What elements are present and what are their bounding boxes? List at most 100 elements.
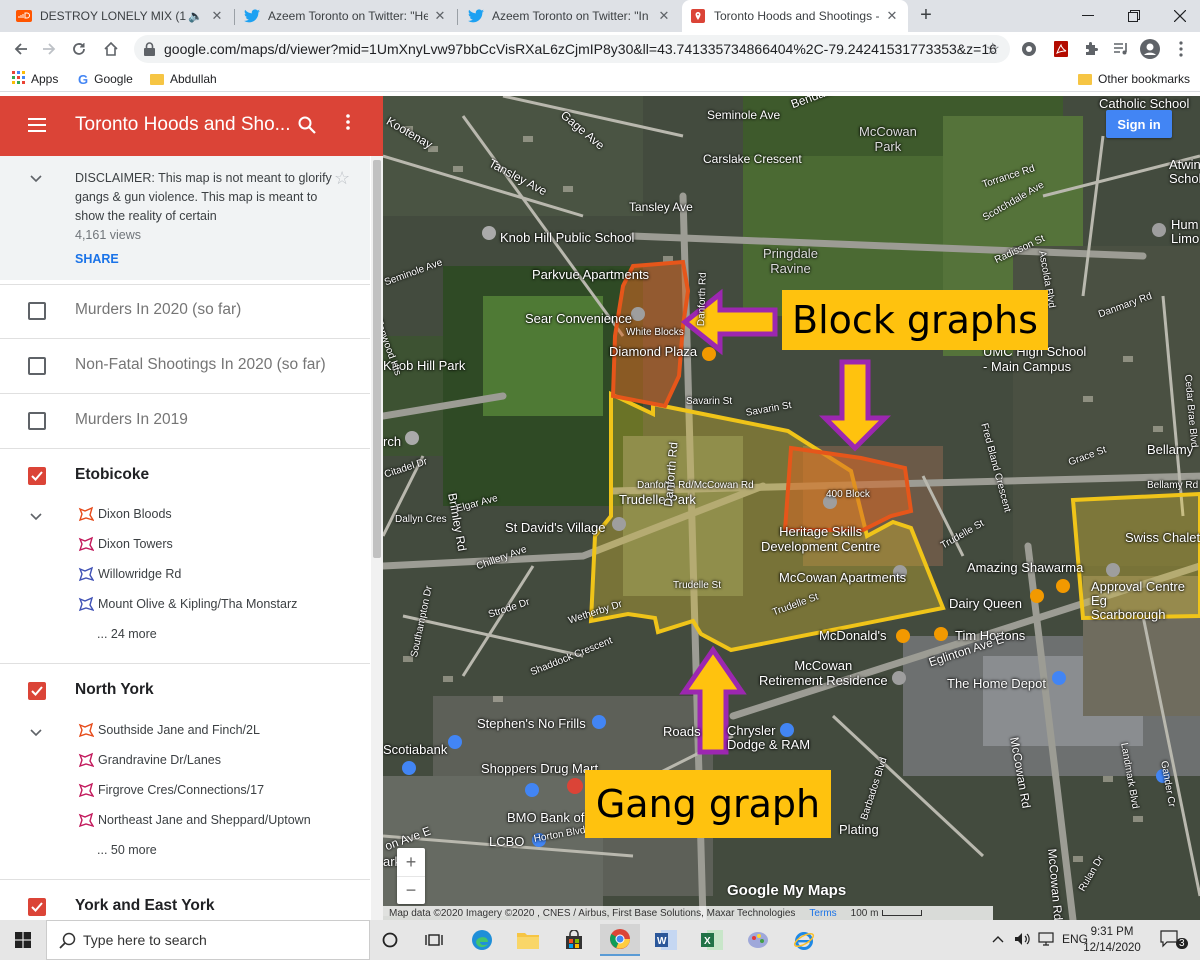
- scrollbar-thumb[interactable]: [373, 160, 381, 558]
- layer-york-east-york[interactable]: York and East York: [0, 880, 370, 920]
- tab-twitter-1[interactable]: Azeem Toronto on Twitter: "Here ✕: [236, 0, 456, 32]
- chevron-down-icon[interactable]: [30, 172, 42, 186]
- reload-icon[interactable]: [66, 36, 92, 62]
- layer-checkbox[interactable]: [28, 357, 46, 375]
- restore-icon[interactable]: [1114, 0, 1154, 32]
- legend-item[interactable]: Northeast Jane and Sheppard/Uptown: [78, 810, 311, 830]
- map-label: Shoppers Drug Mart: [481, 761, 599, 776]
- home-icon[interactable]: [98, 36, 124, 62]
- legend-item-label: Dixon Bloods: [98, 507, 172, 521]
- satellite-map[interactable]: Kootenay Gage Ave Seminole Ave Bendale M…: [383, 96, 1200, 920]
- layer-north-york[interactable]: North York: [0, 664, 370, 719]
- clock[interactable]: 9:31 PM 12/14/2020: [1082, 924, 1142, 956]
- panel-scrollbar[interactable]: [371, 156, 383, 920]
- minimize-icon[interactable]: [1068, 0, 1108, 32]
- audio-icon[interactable]: 🔈: [188, 9, 203, 23]
- task-view-icon[interactable]: [418, 924, 450, 956]
- legend-item[interactable]: Dixon Bloods: [78, 504, 172, 524]
- map-label: Danforth Rd/McCowan Rd: [637, 480, 754, 491]
- forward-icon[interactable]: [36, 36, 62, 62]
- map-label: Heritage Skills Development Centre: [761, 524, 881, 554]
- layer-checkbox-checked[interactable]: [28, 898, 46, 916]
- close-window-icon[interactable]: [1160, 0, 1200, 32]
- chevron-down-icon[interactable]: [30, 726, 42, 740]
- other-bookmarks[interactable]: Other bookmarks: [1078, 70, 1190, 88]
- legend-item[interactable]: Willowridge Rd: [78, 564, 181, 584]
- new-tab-button[interactable]: +: [914, 4, 938, 28]
- show-hidden-icons-icon[interactable]: [992, 932, 1004, 946]
- address-bar[interactable]: google.com/maps/d/viewer?mid=1UmXnyLvw97…: [134, 35, 1010, 63]
- chrome-taskbar-icon[interactable]: [600, 924, 640, 956]
- star-icon[interactable]: ☆: [334, 168, 350, 189]
- more-items-link[interactable]: ... 24 more: [97, 627, 157, 641]
- legend-item[interactable]: Dixon Towers: [78, 534, 173, 554]
- internet-explorer-icon[interactable]: [788, 924, 820, 956]
- layer-murders-2020[interactable]: Murders In 2020 (so far): [0, 284, 370, 339]
- map-label: Pringdale Ravine: [763, 246, 818, 276]
- polygon-icon: [78, 782, 94, 798]
- lock-icon[interactable]: [144, 42, 155, 59]
- windows-taskbar: Type here to search W X ENG 9:31 PM 12/1…: [0, 920, 1200, 960]
- puzzle-extension-icon[interactable]: [1082, 40, 1100, 58]
- taskbar-search-input[interactable]: Type here to search: [46, 920, 370, 960]
- layer-checkbox[interactable]: [28, 412, 46, 430]
- bookmark-star-icon[interactable]: ☆: [986, 39, 1000, 59]
- map-label: Dallyn Cres: [395, 514, 447, 525]
- clock-time: 9:31 PM: [1090, 926, 1134, 938]
- google-bookmark[interactable]: G Google: [78, 70, 133, 88]
- close-tab-icon[interactable]: ✕: [656, 8, 672, 24]
- legend-item[interactable]: Grandravine Dr/Lanes: [78, 750, 221, 770]
- map-label: Bellamy: [1147, 442, 1194, 457]
- map-label: Carslake Crescent: [703, 152, 802, 166]
- tab-soundcloud[interactable]: DESTROY LONELY MIX (130) 🔈 ✕: [8, 0, 233, 32]
- media-control-icon[interactable]: [1112, 40, 1130, 58]
- back-icon[interactable]: [8, 36, 34, 62]
- close-tab-icon[interactable]: ✕: [432, 8, 448, 24]
- browser-menu-icon[interactable]: [1172, 40, 1190, 58]
- windows-start-icon[interactable]: [0, 920, 46, 960]
- legend-item[interactable]: Mount Olive & Kipling/Tha Monstarz: [78, 594, 297, 614]
- tab-twitter-2[interactable]: Azeem Toronto on Twitter: "In ou ✕: [460, 0, 680, 32]
- abdullah-bookmark[interactable]: Abdullah: [150, 70, 217, 88]
- layer-etobicoke[interactable]: Etobicoke: [0, 449, 370, 504]
- tab-maps-active[interactable]: Toronto Hoods and Shootings - G ✕: [682, 0, 908, 32]
- word-icon[interactable]: W: [650, 924, 682, 956]
- zoom-out-button[interactable]: −: [397, 876, 425, 904]
- pdf-extension-icon[interactable]: [1052, 40, 1070, 58]
- extension-circle-icon[interactable]: [1020, 40, 1038, 58]
- network-icon[interactable]: [1038, 932, 1054, 949]
- close-tab-icon[interactable]: ✕: [209, 8, 225, 24]
- layer-checkbox-checked[interactable]: [28, 467, 46, 485]
- chevron-down-icon[interactable]: [30, 510, 42, 524]
- layer-checkbox[interactable]: [28, 302, 46, 320]
- edge-icon[interactable]: [466, 924, 498, 956]
- hamburger-menu-icon[interactable]: [28, 118, 48, 134]
- volume-icon[interactable]: [1014, 932, 1030, 949]
- legend-item[interactable]: Firgrove Cres/Connections/17: [78, 780, 264, 800]
- polygon-icon: [78, 506, 94, 522]
- map-label: Plating: [839, 822, 879, 837]
- share-button[interactable]: SHARE: [75, 252, 119, 266]
- file-explorer-icon[interactable]: [512, 924, 544, 956]
- store-icon[interactable]: [558, 924, 590, 956]
- profile-avatar-icon[interactable]: [1140, 39, 1160, 59]
- layer-checkbox-checked[interactable]: [28, 682, 46, 700]
- legend-item[interactable]: Southside Jane and Finch/2L: [78, 720, 260, 740]
- sign-in-button[interactable]: Sign in: [1106, 110, 1172, 138]
- more-items-link[interactable]: ... 50 more: [97, 843, 157, 857]
- more-options-icon[interactable]: [346, 114, 350, 134]
- excel-icon[interactable]: X: [696, 924, 728, 956]
- layer-murders-2019[interactable]: Murders In 2019: [0, 394, 370, 449]
- layer-nonfatal-2020[interactable]: Non-Fatal Shootings In 2020 (so far): [0, 339, 370, 394]
- terms-link[interactable]: Terms: [809, 908, 836, 919]
- browser-toolbar: google.com/maps/d/viewer?mid=1UmXnyLvw97…: [0, 32, 1200, 66]
- apps-bookmark[interactable]: Apps: [12, 70, 58, 88]
- cortana-icon[interactable]: [374, 924, 406, 956]
- polygon-icon: [78, 536, 94, 552]
- close-tab-icon[interactable]: ✕: [884, 8, 900, 24]
- paint-icon[interactable]: [742, 924, 774, 956]
- tab-title: Azeem Toronto on Twitter: "In ou: [492, 9, 652, 23]
- tab-divider: [234, 9, 235, 25]
- search-icon[interactable]: [298, 116, 316, 137]
- zoom-in-button[interactable]: +: [397, 848, 425, 876]
